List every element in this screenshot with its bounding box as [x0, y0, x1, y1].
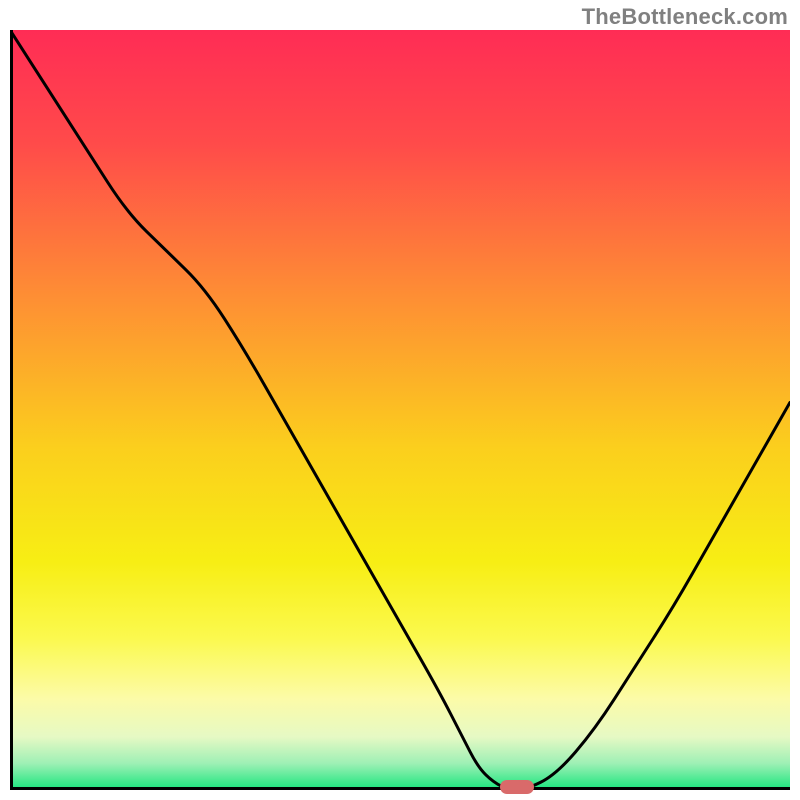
watermark-text: TheBottleneck.com [582, 4, 788, 30]
data-curve [10, 30, 790, 790]
minimum-marker [500, 780, 534, 794]
plot-area [10, 30, 790, 790]
chart-container: TheBottleneck.com [0, 0, 800, 800]
